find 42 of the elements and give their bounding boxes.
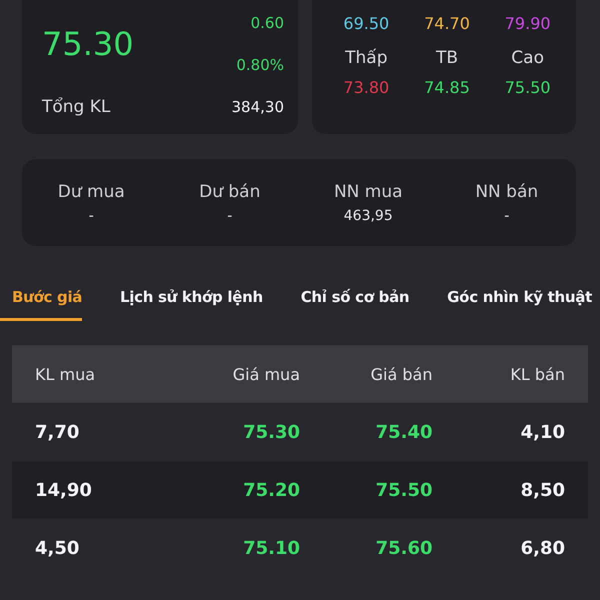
total-volume-value: 384,30	[232, 98, 284, 116]
tab[interactable]: Bước giá	[0, 282, 82, 321]
reference-price: 74.70	[424, 14, 470, 32]
table-cell: 75.20	[243, 480, 300, 500]
price-change-percent: 0.80%	[236, 56, 284, 74]
summary-value: 463,95	[344, 208, 393, 224]
stat-label: Cao	[511, 48, 544, 68]
stat-value: 74.85	[424, 78, 470, 96]
table-cell: 75.30	[243, 422, 300, 442]
table-cell: 7,70	[35, 422, 80, 442]
column-header: KL mua	[35, 364, 96, 384]
column-header: Giá bán	[370, 364, 432, 384]
reference-price: 79.90	[504, 14, 551, 32]
summary-value: -	[227, 208, 232, 224]
stat-value: 73.80	[343, 78, 390, 96]
column-header: Giá mua	[232, 364, 300, 384]
summary-label: NN bán	[475, 182, 538, 202]
table-cell: 75.40	[376, 422, 432, 442]
price-change: 0.60	[250, 14, 284, 32]
table-cell: 6,80	[520, 538, 565, 558]
stat-label: Thấp	[345, 48, 388, 68]
current-price: 75.30	[42, 25, 135, 63]
table-cell: 75.10	[243, 538, 300, 558]
column-header: KL bán	[510, 364, 565, 384]
tab[interactable]: Góc nhìn kỹ thuật	[447, 282, 592, 321]
table-cell: 14,90	[35, 480, 92, 500]
table-cell: 4,50	[35, 538, 80, 558]
table-cell: 75.60	[376, 538, 432, 558]
tab[interactable]: Chỉ số cơ bản	[300, 282, 410, 321]
summary-value: -	[504, 208, 510, 224]
table-cell: 75.50	[376, 480, 432, 500]
stat-label: TB	[436, 48, 458, 68]
summary-value: -	[88, 208, 94, 224]
table-cell: 8,50	[520, 480, 565, 500]
total-volume-label: Tổng KL	[42, 97, 112, 117]
summary-label: Dư mua	[58, 182, 125, 202]
table-cell: 4,10	[520, 422, 565, 442]
summary-label: Dư bán	[199, 182, 260, 202]
tab[interactable]: Lịch sử khớp lệnh	[120, 282, 263, 321]
stat-value: 75.50	[504, 78, 551, 96]
reference-price: 69.50	[343, 14, 390, 32]
summary-label: NN mua	[334, 182, 403, 202]
